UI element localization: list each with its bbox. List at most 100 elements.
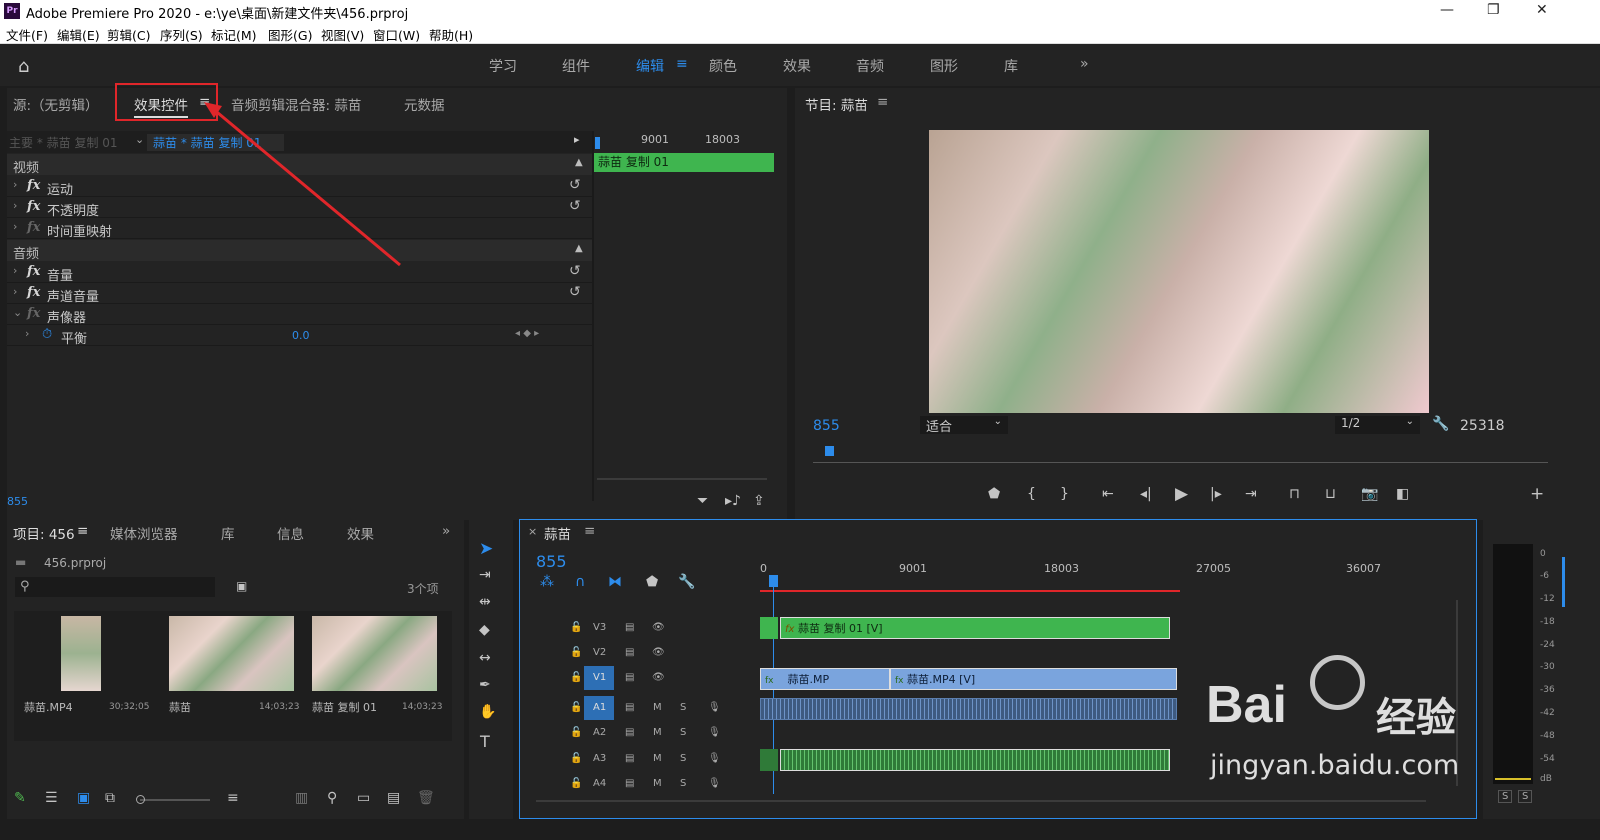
tab-info[interactable]: 信息: [277, 523, 304, 543]
solo-button[interactable]: S: [680, 727, 686, 738]
track-label[interactable]: A3: [593, 753, 606, 764]
list-view-icon[interactable]: ☰: [45, 790, 58, 806]
new-bin-icon[interactable]: ▭: [357, 790, 370, 806]
thumbnail[interactable]: [312, 616, 437, 691]
track-label[interactable]: V2: [593, 647, 606, 658]
zoom-slider[interactable]: [136, 795, 210, 804]
selection-tool-icon[interactable]: ➤: [479, 539, 493, 559]
effect-row-channel-volume[interactable]: › fx 声道音量 ↺: [7, 283, 592, 305]
workspace-menu-icon[interactable]: ≡: [676, 56, 688, 72]
project-search-input[interactable]: ⚲: [15, 577, 215, 597]
mic-icon[interactable]: 🎙: [708, 702, 721, 713]
film-icon[interactable]: ▤: [625, 647, 634, 658]
razor-tool-icon[interactable]: ◆: [479, 622, 490, 638]
mute-button[interactable]: M: [653, 727, 662, 738]
find-icon[interactable]: ⚲: [327, 790, 337, 806]
stopwatch-icon[interactable]: ⏱: [42, 327, 52, 342]
linked-selection-icon[interactable]: ⧓: [608, 574, 622, 590]
sort-icon[interactable]: ≡: [227, 790, 239, 806]
chevron-right-icon[interactable]: ›: [25, 327, 29, 340]
collapse-icon[interactable]: ▲: [575, 243, 583, 254]
tab-libraries[interactable]: 库: [221, 523, 235, 543]
fx-icon[interactable]: fx: [27, 178, 40, 193]
mark-out-icon[interactable]: }: [1060, 486, 1069, 502]
lock-icon[interactable]: 🔓: [570, 753, 582, 764]
solo-button[interactable]: S: [680, 778, 686, 789]
collapse-icon[interactable]: ▲: [575, 157, 583, 168]
step-forward-icon[interactable]: |▸: [1210, 486, 1222, 502]
tab-project[interactable]: 项目: 456: [13, 523, 75, 543]
mic-icon[interactable]: 🎙: [708, 778, 721, 789]
reset-icon[interactable]: ↺: [569, 198, 581, 214]
clip-v1-a[interactable]: fx 蒜苗.MP: [760, 668, 890, 690]
export-icon[interactable]: ⇪: [753, 493, 765, 509]
lift-icon[interactable]: ⊓: [1289, 486, 1300, 502]
workspace-learn[interactable]: 学习: [489, 56, 517, 76]
mute-button[interactable]: M: [653, 702, 662, 713]
close-icon[interactable]: ×: [528, 525, 537, 538]
step-back-icon[interactable]: ◂|: [1140, 486, 1152, 502]
lock-icon[interactable]: 🔓: [570, 727, 582, 738]
program-timecode[interactable]: 855: [813, 418, 840, 434]
lock-icon[interactable]: 🔓: [570, 672, 582, 683]
clip-a3-start[interactable]: [760, 749, 778, 771]
program-scrubber[interactable]: [813, 462, 1548, 463]
pencil-icon[interactable]: ✎: [14, 790, 26, 806]
close-icon[interactable]: ✕: [1536, 2, 1548, 18]
mute-button[interactable]: M: [653, 753, 662, 764]
play-audio-icon[interactable]: ▸♪: [725, 493, 741, 509]
item-name[interactable]: 蒜苗 复制 01: [312, 699, 377, 715]
freeform-view-icon[interactable]: ⧉: [105, 790, 115, 806]
filter-icon[interactable]: ⏷: [697, 493, 708, 509]
automate-to-sequence-icon[interactable]: ▥: [295, 790, 308, 806]
program-monitor-title[interactable]: 节目: 蒜苗: [805, 94, 868, 114]
effect-row-opacity[interactable]: › fx 不透明度 ↺: [7, 197, 592, 219]
track-label[interactable]: A2: [593, 727, 606, 738]
solo-right-button[interactable]: S: [1518, 790, 1533, 803]
reset-icon[interactable]: ↺: [569, 284, 581, 300]
workspace-editing[interactable]: 编辑: [636, 56, 664, 76]
panel-menu-icon[interactable]: ≡: [877, 94, 888, 110]
timeline-h-scrollbar[interactable]: [536, 800, 1426, 802]
fx-icon[interactable]: fx: [27, 306, 40, 321]
trash-icon[interactable]: 🗑: [417, 790, 435, 806]
film-icon[interactable]: ▤: [625, 727, 634, 738]
lock-icon[interactable]: 🔓: [570, 702, 582, 713]
fx-scrollbar[interactable]: [597, 478, 767, 480]
effect-row-motion[interactable]: › fx 运动 ↺: [7, 176, 592, 198]
menu-help[interactable]: 帮助(H): [429, 25, 473, 44]
reset-icon[interactable]: ↺: [569, 177, 581, 193]
hand-tool-icon[interactable]: ✋: [479, 704, 496, 720]
reset-icon[interactable]: ↺: [569, 263, 581, 279]
menu-file[interactable]: 文件(F): [6, 25, 48, 44]
effect-row-balance[interactable]: › ⏱ 平衡 0.0 ◂ ◆ ▸: [7, 325, 592, 347]
chevron-down-icon[interactable]: ⌄: [135, 133, 144, 146]
solo-button[interactable]: S: [680, 702, 686, 713]
film-icon[interactable]: ▤: [625, 753, 634, 764]
restore-icon[interactable]: ❐: [1487, 2, 1500, 18]
menu-graphics[interactable]: 图形(G): [268, 25, 312, 44]
clip-v3-start[interactable]: [760, 617, 778, 639]
clip-a1[interactable]: [760, 698, 1177, 720]
new-item-icon[interactable]: ▤: [387, 790, 400, 806]
fx-icon[interactable]: fx: [27, 285, 40, 300]
fx-timecode[interactable]: 855: [7, 495, 28, 508]
add-marker-icon[interactable]: ⬟: [646, 574, 658, 590]
add-marker-icon[interactable]: ⬟: [988, 486, 1000, 502]
thumbnail[interactable]: [169, 616, 294, 691]
panel-menu-icon[interactable]: ≡: [584, 523, 595, 539]
chevron-right-icon[interactable]: ▸: [574, 133, 580, 146]
go-to-in-icon[interactable]: ⇤: [1102, 486, 1114, 502]
eye-icon[interactable]: 👁: [652, 672, 665, 683]
workspace-libraries[interactable]: 库: [1004, 56, 1018, 76]
workspace-assembly[interactable]: 组件: [562, 56, 590, 76]
chevron-right-icon[interactable]: ›: [13, 199, 17, 212]
sequence-tab[interactable]: 蒜苗: [544, 523, 571, 543]
item-name[interactable]: 蒜苗.MP4: [24, 699, 73, 715]
home-icon[interactable]: ⌂: [18, 56, 29, 77]
menu-edit[interactable]: 编辑(E): [57, 25, 100, 44]
lock-icon[interactable]: 🔓: [570, 647, 582, 658]
lock-icon[interactable]: 🔓: [570, 778, 582, 789]
mark-in-icon[interactable]: {: [1027, 486, 1036, 502]
nest-icon[interactable]: ⁂: [540, 574, 554, 590]
